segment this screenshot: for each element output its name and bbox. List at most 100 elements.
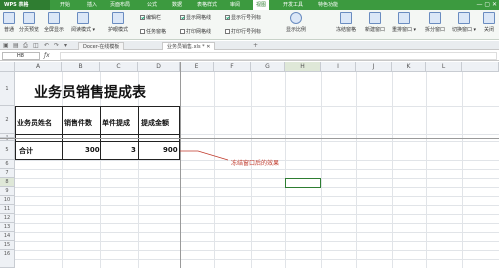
- gridline: [15, 214, 499, 215]
- reading-mode-button[interactable]: 阅读模式 ▾: [68, 12, 98, 33]
- close-tab-icon[interactable]: ✕: [206, 44, 210, 50]
- page-break-icon: [23, 12, 35, 24]
- row-header[interactable]: 6: [0, 160, 15, 169]
- row-header[interactable]: 11: [0, 205, 15, 214]
- eye-protection-button[interactable]: 护眼模式: [104, 12, 132, 33]
- row-header[interactable]: 7: [0, 169, 15, 178]
- menubar: WPS 表格 开始 插入 页面布局 公式 数据 表格样式 审阅 视图 开发工具 …: [0, 0, 499, 10]
- checkbox-icon: [225, 29, 230, 34]
- check-print-headings[interactable]: 打印行号列标: [225, 28, 261, 35]
- menu-data[interactable]: 数据: [172, 0, 182, 10]
- gridline: [15, 232, 499, 233]
- total-label: 合计: [19, 147, 33, 155]
- row-header[interactable]: 5: [0, 141, 15, 160]
- table-border: [15, 106, 180, 107]
- zoom-button[interactable]: 显示比例: [284, 12, 308, 33]
- check-formula-bar[interactable]: 编辑栏: [140, 14, 161, 21]
- column-header[interactable]: L: [426, 62, 462, 72]
- column-header[interactable]: F: [214, 62, 251, 72]
- gridline: [356, 72, 357, 268]
- preview-icon[interactable]: ◫: [33, 42, 39, 49]
- tab-workbook[interactable]: 业务员销售.xls * ✕: [162, 42, 216, 50]
- more-icon[interactable]: ▾: [64, 42, 67, 49]
- window-controls[interactable]: — ▢ ✕: [476, 1, 497, 8]
- fx-icon[interactable]: ƒx: [44, 52, 50, 59]
- select-all-corner[interactable]: [0, 62, 15, 72]
- redo-icon[interactable]: ↷: [54, 42, 59, 49]
- new-tab-icon[interactable]: +: [253, 42, 258, 49]
- close-icon: [483, 12, 495, 24]
- fullscreen-icon: [48, 12, 60, 24]
- row-header[interactable]: 12: [0, 214, 15, 223]
- menu-view[interactable]: 视图: [253, 0, 270, 10]
- page-break-label: 分页预览: [18, 27, 39, 33]
- row-header-active[interactable]: 8: [0, 178, 15, 187]
- row-header[interactable]: 1: [0, 72, 15, 106]
- open-icon[interactable]: ▤: [13, 42, 19, 49]
- checkbox-icon: [180, 29, 185, 34]
- fullscreen-button[interactable]: 全屏显示: [42, 12, 66, 33]
- freeze-panes-button[interactable]: 冻结窗格: [332, 12, 360, 33]
- row-header[interactable]: 9: [0, 187, 15, 196]
- gridline: [392, 72, 393, 268]
- column-header[interactable]: E: [180, 62, 214, 72]
- annotation-text: 冻结窗口后的效果: [231, 160, 280, 167]
- close-all-button[interactable]: 关闭: [480, 12, 498, 33]
- split-label: 拆分窗口: [424, 27, 445, 33]
- tab-docer[interactable]: Docer-在线模板: [78, 42, 125, 50]
- check-task-pane[interactable]: 任务窗格: [140, 28, 166, 35]
- column-header[interactable]: A: [15, 62, 62, 72]
- name-box[interactable]: H8: [2, 52, 40, 60]
- formula-input[interactable]: [60, 52, 497, 60]
- column-header[interactable]: C: [100, 62, 138, 72]
- worksheet[interactable]: A B C D E F G H I J K L 1 2 3 4 5 6 7 8 …: [0, 62, 499, 268]
- column-header[interactable]: B: [62, 62, 100, 72]
- reading-mode-icon: [77, 12, 89, 24]
- gridline: [15, 223, 499, 224]
- new-window-icon: [369, 12, 381, 24]
- checkbox-icon: [225, 15, 230, 20]
- app-menu-button[interactable]: WPS 表格: [0, 0, 50, 10]
- row-header[interactable]: 15: [0, 241, 15, 250]
- column-header-active[interactable]: H: [285, 62, 321, 72]
- menu-review[interactable]: 审阅: [230, 0, 240, 10]
- row-header[interactable]: 2: [0, 106, 15, 134]
- menu-page-layout[interactable]: 页面布局: [110, 0, 130, 10]
- active-cell[interactable]: [285, 178, 321, 188]
- split-window-button[interactable]: 拆分窗口: [422, 12, 448, 33]
- checkbox-icon: [180, 15, 185, 20]
- document-tabs: ▣ ▤ ⎙ ◫ ↶ ↷ ▾ Docer-在线模板 业务员销售.xls * ✕ +: [0, 41, 499, 50]
- column-header[interactable]: K: [392, 62, 426, 72]
- column-header[interactable]: J: [356, 62, 392, 72]
- check-print-gridlines[interactable]: 打印网格线: [180, 28, 211, 35]
- gridline: [15, 169, 499, 170]
- column-header[interactable]: D: [138, 62, 180, 72]
- menu-insert[interactable]: 插入: [87, 0, 97, 10]
- row-header[interactable]: 10: [0, 196, 15, 205]
- normal-view-label: 普通: [3, 27, 14, 33]
- menu-formula[interactable]: 公式: [147, 0, 157, 10]
- page-break-preview-button[interactable]: 分页预览: [18, 12, 40, 33]
- column-header[interactable]: G: [251, 62, 285, 72]
- undo-icon[interactable]: ↶: [44, 42, 49, 49]
- check-show-headings[interactable]: 显示行号列标: [225, 14, 261, 21]
- check-show-gridlines[interactable]: 显示网格线: [180, 14, 211, 21]
- new-window-button[interactable]: 新建窗口: [362, 12, 388, 33]
- table-border: [100, 106, 101, 160]
- normal-view-button[interactable]: 普通: [1, 12, 17, 33]
- row-header[interactable]: 14: [0, 232, 15, 241]
- menu-home[interactable]: 开始: [60, 0, 70, 10]
- row-header[interactable]: 16: [0, 250, 15, 268]
- switch-window-button[interactable]: 切换窗口 ▾: [450, 12, 478, 33]
- menu-table-style[interactable]: 表格样式: [197, 0, 217, 10]
- menu-features[interactable]: 特色功能: [318, 0, 338, 10]
- column-header[interactable]: I: [321, 62, 356, 72]
- gridline: [15, 196, 499, 197]
- save-icon[interactable]: ▣: [3, 42, 9, 49]
- row-header[interactable]: 13: [0, 223, 15, 232]
- table-border: [15, 106, 16, 160]
- gridline: [15, 241, 499, 242]
- menu-developer[interactable]: 开发工具: [283, 0, 303, 10]
- arrange-window-button[interactable]: 重排窗口 ▾: [390, 12, 418, 33]
- print-icon[interactable]: ⎙: [23, 42, 28, 50]
